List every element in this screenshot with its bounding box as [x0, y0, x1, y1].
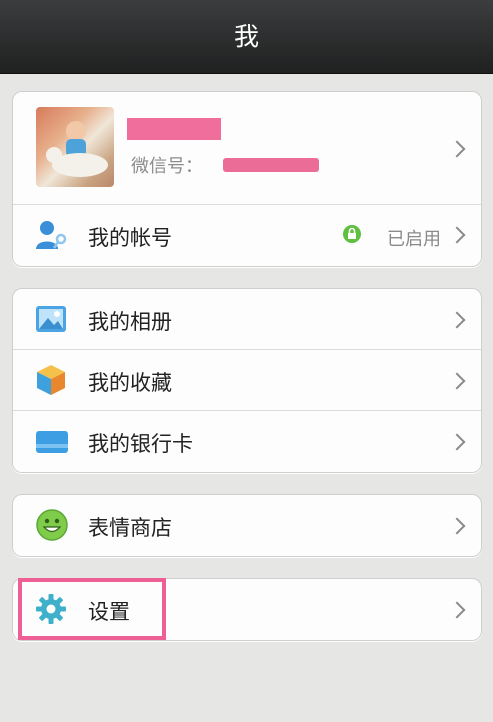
chevron-right-icon — [448, 226, 466, 244]
account-status-text: 已启用 — [387, 229, 441, 250]
my-account-label: 我的帐号 — [88, 226, 172, 250]
photo-album-icon — [35, 304, 67, 338]
sticker-shop-label: 表情商店 — [88, 516, 172, 540]
chevron-right-icon — [448, 311, 466, 329]
profile-card: 微信号： 我的帐号 已启用 — [12, 91, 482, 267]
chevron-right-icon — [448, 372, 466, 390]
my-bank-card-label: 我的银行卡 — [88, 432, 193, 456]
profile-row[interactable]: 微信号： — [13, 92, 481, 204]
sticker-shop-row[interactable]: 表情商店 — [13, 495, 481, 556]
my-bank-card-row[interactable]: 我的银行卡 — [13, 411, 481, 472]
my-account-row[interactable]: 我的帐号 已启用 — [13, 205, 481, 266]
wechat-id-label: 微信号： — [131, 156, 203, 177]
bank-card-icon — [35, 430, 69, 458]
top-bar: 我 — [0, 0, 493, 74]
lock-icon — [343, 225, 361, 243]
my-album-label: 我的相册 — [88, 310, 172, 334]
chevron-right-icon — [448, 601, 466, 619]
menu-group-card: 我的相册 我的收藏 我的银行卡 — [12, 288, 482, 473]
chevron-right-icon — [448, 517, 466, 535]
wechat-id-redaction — [223, 158, 319, 172]
page-title: 我 — [233, 22, 259, 51]
chevron-right-icon — [448, 433, 466, 451]
my-favorites-row[interactable]: 我的收藏 — [13, 350, 481, 410]
my-album-row[interactable]: 我的相册 — [13, 289, 481, 349]
settings-highlight-box — [18, 578, 166, 640]
sticker-shop-card: 表情商店 — [12, 494, 482, 557]
account-user-icon — [35, 219, 69, 255]
chevron-right-icon — [448, 140, 466, 158]
favorites-box-icon — [35, 363, 67, 401]
avatar — [36, 107, 114, 187]
nickname-redaction — [127, 118, 221, 140]
my-favorites-label: 我的收藏 — [88, 371, 172, 395]
smiley-icon — [35, 508, 69, 546]
